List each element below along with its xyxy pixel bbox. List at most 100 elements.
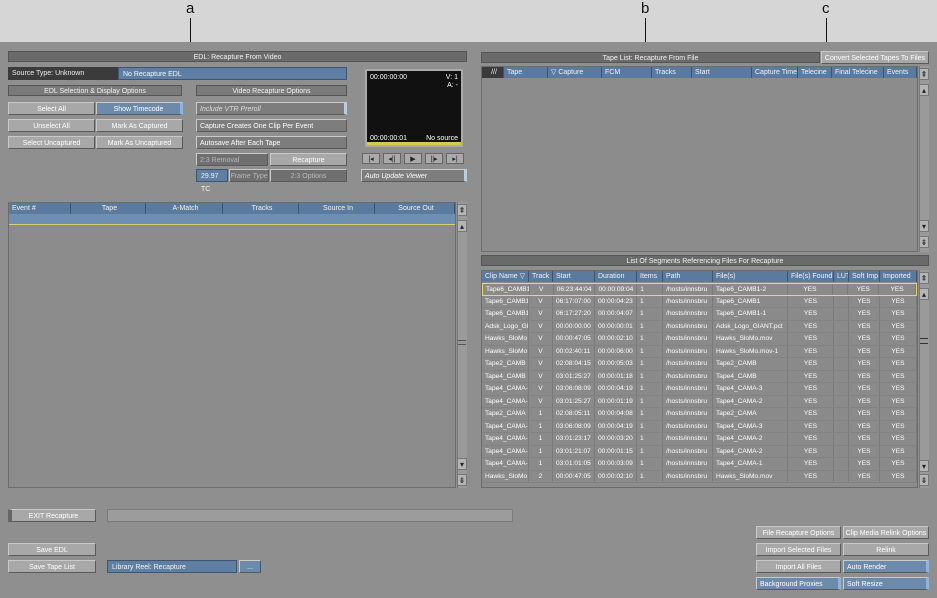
col-capture-time[interactable]: Capture Time — [752, 67, 798, 78]
table-row[interactable]: Tape4_CAMB V 03:01:25:27 00:00:01:18 1/hosts… — [482, 370, 917, 383]
segments-table[interactable]: Clip Name ▽ Track Start Duration Items P… — [481, 270, 918, 488]
seg-scroll-top[interactable]: ⇞ — [919, 272, 929, 284]
step-back-button[interactable]: ◂|| — [383, 153, 401, 164]
col-fcm[interactable]: FCM — [602, 67, 652, 78]
edl-scroll-down[interactable]: ▾ — [457, 458, 467, 470]
col-duration[interactable]: Duration — [595, 271, 637, 282]
col-final-telecine[interactable]: Final Telecine — [832, 67, 884, 78]
step-forward-button[interactable]: ||▸ — [425, 153, 443, 164]
unselect-all-button[interactable]: Unselect All — [8, 119, 95, 132]
col-amatch[interactable]: A-Match — [146, 203, 223, 214]
col-tape-name[interactable]: Tape — [504, 67, 548, 78]
col-files-found[interactable]: File(s) Found — [788, 271, 834, 282]
convert-tapes-button[interactable]: Convert Selected Tapes To Files — [821, 51, 929, 64]
monitor-position-bar[interactable] — [367, 142, 461, 145]
clip-per-event-toggle[interactable]: Capture Creates One Clip Per Event — [196, 119, 347, 132]
seg-scroll-thumb[interactable] — [920, 338, 928, 344]
edl-scroll-thumb[interactable] — [458, 340, 466, 345]
autosave-toggle[interactable]: Autosave After Each Tape — [196, 136, 347, 149]
table-row[interactable]: Adsk_Logo_GI V 00:00:00:00 00:00:00:01 1/hos… — [482, 320, 917, 333]
col-source-out[interactable]: Source Out — [375, 203, 455, 214]
seg-scroll-bottom[interactable]: ⇟ — [919, 474, 929, 486]
mark-uncaptured-button[interactable]: Mark As Uncaptured — [96, 136, 183, 149]
goto-start-button[interactable]: |◂ — [362, 153, 380, 164]
options-23-button[interactable]: 2:3 Options — [270, 169, 347, 182]
edl-event-list[interactable]: Event # Tape A-Match Tracks Source In So… — [8, 202, 456, 488]
col-soft-imp[interactable]: Soft Imp — [849, 271, 880, 282]
tape-list-table[interactable]: /// Tape ▽ Capture FCM Tracks Start Capt… — [481, 66, 918, 252]
frame-type-button[interactable]: Frame Type — [229, 169, 269, 182]
col-files[interactable]: File(s) — [713, 271, 788, 282]
exit-recapture-button[interactable]: EXIT Recapture — [8, 509, 96, 522]
col-track[interactable]: Track — [529, 271, 553, 282]
col-tracks[interactable]: Tracks — [223, 203, 299, 214]
table-row[interactable]: Tape4_CAMA- V 03:01:25:27 00:00:01:19 1/host… — [482, 395, 917, 408]
library-browse-button[interactable]: ... — [239, 560, 261, 573]
col-path[interactable]: Path — [663, 271, 713, 282]
cell-track: V — [529, 370, 553, 382]
table-row[interactable]: Tape6_CAMB1 V 06:17:07:00 00:00:04:23 1/host… — [482, 295, 917, 308]
col-seg-start[interactable]: Start — [553, 271, 595, 282]
col-lut[interactable]: LUT — [834, 271, 849, 282]
col-tracks[interactable]: Tracks — [652, 67, 692, 78]
edl-scroll-up[interactable]: ▴ — [457, 220, 467, 232]
auto-render-toggle[interactable]: Auto Render — [843, 560, 929, 573]
segments-scrollbar[interactable] — [919, 270, 929, 488]
table-row[interactable]: Tape6_CAMB1 V 06:23:44:04 00:00:09:04 1/host… — [482, 283, 917, 296]
table-row[interactable]: Tape6_CAMB1 V 06:17:27:20 00:00:04:07 1/host… — [482, 308, 917, 321]
col-clip-name[interactable]: Clip Name ▽ — [482, 271, 529, 282]
background-proxies-toggle[interactable]: Background Proxies — [756, 577, 841, 590]
goto-end-button[interactable]: ▸| — [446, 153, 464, 164]
table-row[interactable]: Tape4_CAMA- 1 03:01:23:17 00:00:03:20 1/host… — [482, 433, 917, 446]
col-source-in[interactable]: Source In — [299, 203, 375, 214]
col-telecine[interactable]: Telecine — [798, 67, 832, 78]
import-all-files-button[interactable]: Import All Files — [756, 560, 841, 573]
recapture-button[interactable]: Recapture — [270, 153, 347, 166]
col-event[interactable]: Event # — [9, 203, 71, 214]
col-items[interactable]: Items — [637, 271, 663, 282]
show-timecode-button[interactable]: Show Timecode — [96, 102, 183, 115]
edl-scrollbar[interactable] — [457, 202, 467, 488]
tc-field[interactable]: 29.97 TC — [196, 169, 228, 193]
col-capture[interactable]: ▽ Capture — [548, 67, 602, 78]
select-all-button[interactable]: Select All — [8, 102, 95, 115]
save-edl-button[interactable]: Save EDL — [8, 543, 96, 556]
auto-update-viewer-toggle[interactable]: Auto Update Viewer — [361, 169, 467, 182]
table-row[interactable]: Hawks_SloMo V 00:02:40:11 00:00:06:00 1/host… — [482, 345, 917, 358]
vtr-preroll-toggle[interactable]: Include VTR Preroll — [196, 102, 347, 115]
select-uncaptured-button[interactable]: Select Uncaptured — [8, 136, 95, 149]
col-tape[interactable]: Tape — [71, 203, 146, 214]
col-select-all[interactable]: /// — [482, 67, 504, 78]
table-row[interactable]: Hawks_SloMo 2 00:00:47:05 00:00:02:10 1/host… — [482, 470, 917, 483]
table-row[interactable]: Tape4_CAMA- V 03:06:08:09 00:00:04:19 1/host… — [482, 383, 917, 396]
file-recapture-options-button[interactable]: File Recapture Options — [756, 526, 841, 539]
relink-button[interactable]: Relink — [843, 543, 929, 556]
edl-scroll-bottom[interactable]: ⇟ — [457, 474, 467, 486]
seg-scroll-down[interactable]: ▾ — [919, 460, 929, 472]
tape-scroll-top[interactable]: ⇞ — [919, 68, 929, 80]
table-row[interactable]: Tape4_CAMA- 1 03:01:01:05 00:00:03:09 1/host… — [482, 458, 917, 471]
import-selected-files-button[interactable]: Import Selected Files — [756, 543, 841, 556]
tape-scroll-bottom[interactable]: ⇟ — [919, 236, 929, 248]
play-button[interactable]: ▶ — [404, 153, 422, 164]
seg-scroll-up[interactable]: ▴ — [919, 288, 929, 300]
table-row[interactable]: Tape2_CAMB V 02:08:04:15 00:00:05:03 1/hosts… — [482, 358, 917, 371]
table-row[interactable]: Tape2_CAMA 1 02:08:05:11 00:00:04:08 1/hosts… — [482, 408, 917, 421]
edl-scroll-top[interactable]: ⇞ — [457, 204, 467, 216]
mark-captured-button[interactable]: Mark As Captured — [96, 119, 183, 132]
save-tape-list-button[interactable]: Save Tape List — [8, 560, 96, 573]
edl-selected-row[interactable] — [9, 214, 455, 225]
tape-scroll-up[interactable]: ▴ — [919, 84, 929, 96]
col-events[interactable]: Events — [884, 67, 917, 78]
clip-media-relink-options-button[interactable]: Clip Media Relink Options — [843, 526, 929, 539]
table-row[interactable]: Tape4_CAMA- 1 03:06:08:09 00:00:04:19 1/host… — [482, 420, 917, 433]
removal-button[interactable]: 2:3 Removal — [196, 153, 268, 166]
source-type-value[interactable]: No Recapture EDL — [118, 67, 347, 80]
col-start[interactable]: Start — [692, 67, 752, 78]
library-reel-field[interactable]: Library Reel: Recapture — [107, 560, 237, 573]
table-row[interactable]: Hawks_SloMo V 00:00:47:05 00:00:02:10 1/host… — [482, 333, 917, 346]
soft-resize-toggle[interactable]: Soft Resize — [843, 577, 929, 590]
col-imported[interactable]: Imported — [880, 271, 917, 282]
tape-scroll-down[interactable]: ▾ — [919, 220, 929, 232]
table-row[interactable]: Tape4_CAMA- 1 03:01:21:07 00:00:01:15 1/host… — [482, 445, 917, 458]
